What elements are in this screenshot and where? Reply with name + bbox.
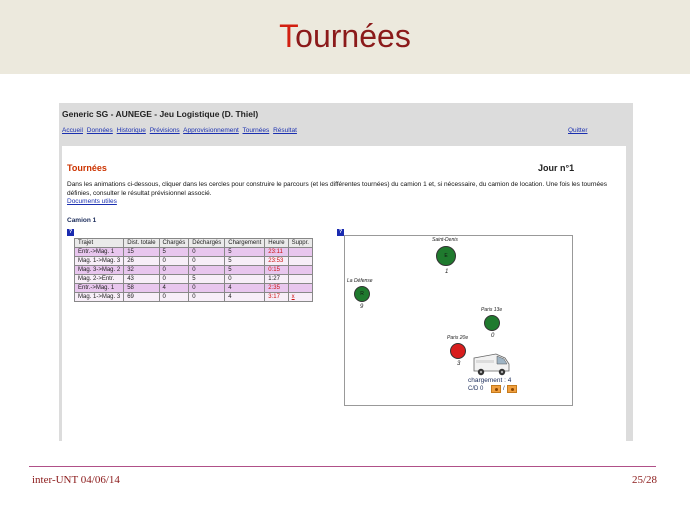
quit-link[interactable]: Quitter bbox=[568, 127, 588, 134]
truck-title: Camion 1 bbox=[67, 217, 97, 224]
cd-unload-button[interactable] bbox=[507, 385, 517, 393]
load-label: chargement : 4 bbox=[468, 377, 512, 384]
header-charges: Chargés bbox=[158, 238, 190, 248]
cd-separator: / bbox=[503, 386, 505, 392]
cd-label: C/D 0 bbox=[468, 386, 484, 392]
menu-historique[interactable]: Historique bbox=[117, 127, 146, 134]
node-paris-13e[interactable] bbox=[484, 315, 500, 331]
header-chargement: Chargement bbox=[224, 238, 266, 248]
table-row: Mag. 3->Mag. 2 32 0 0 5 0:15 bbox=[73, 265, 313, 275]
app-window: Generic SG - AUNEGE - Jeu Logistique (D.… bbox=[59, 103, 633, 441]
node-count-saint-denis: 1 bbox=[445, 269, 449, 275]
table-row: Mag. 2->Entr. 43 0 5 0 1:27 bbox=[73, 274, 313, 284]
menu-tournees[interactable]: Tournées bbox=[243, 127, 270, 134]
content-panel: Tournées Jour n°1 Dans les animations ci… bbox=[62, 146, 626, 441]
node-count-la-defense: 9 bbox=[360, 304, 364, 310]
footer-left: inter-UNT 04/06/14 bbox=[32, 474, 120, 486]
menu-accueil[interactable]: Accueil bbox=[62, 127, 83, 134]
table-row: Mag. 1->Mag. 3 26 0 0 5 23:53 bbox=[73, 256, 313, 266]
table-row: Entr.->Mag. 1 58 4 0 4 2:35 bbox=[73, 283, 313, 293]
trips-table: Trajet Dist. totale Chargés Déchargés Ch… bbox=[73, 238, 313, 302]
node-label-saint-denis: Saint-Denis bbox=[432, 237, 458, 243]
route-map: Saint-Denis E 1 La Défense R 9 Paris 13e… bbox=[344, 235, 573, 406]
page-number: 25/28 bbox=[631, 474, 657, 486]
header-distance: Dist. totale bbox=[123, 238, 160, 248]
header-heure: Heure bbox=[264, 238, 289, 248]
node-count-paris-20e: 3 bbox=[457, 361, 461, 367]
node-count-paris-13e: 0 bbox=[491, 333, 495, 339]
header-decharges: Déchargés bbox=[188, 238, 226, 248]
node-paris-20e[interactable] bbox=[450, 343, 466, 359]
slide-header: Tournées bbox=[0, 0, 690, 74]
table-row: Mag. 1->Mag. 3 69 0 0 4 3:17 x bbox=[73, 292, 313, 302]
documents-link[interactable]: Documents utiles bbox=[67, 198, 117, 205]
map-help-icon[interactable]: ? bbox=[337, 229, 344, 236]
header-suppr: Suppr. bbox=[287, 238, 313, 248]
table-help-icon[interactable]: ? bbox=[67, 229, 74, 236]
slide-title: Tournées bbox=[279, 18, 411, 54]
menu-previsions[interactable]: Prévisions bbox=[150, 127, 180, 134]
node-label-paris-13e: Paris 13e bbox=[481, 307, 503, 313]
menu-donnees[interactable]: Données bbox=[87, 127, 113, 134]
instructions-text: Dans les animations ci-dessous, cliquer … bbox=[67, 181, 608, 197]
delivery-van-icon bbox=[473, 353, 510, 376]
node-label-la-defense: La Défense bbox=[347, 278, 373, 284]
section-title: Tournées bbox=[67, 163, 107, 173]
app-title: Generic SG - AUNEGE - Jeu Logistique (D.… bbox=[62, 109, 259, 119]
menu-approvisionnement[interactable]: Approvisionnement bbox=[183, 127, 239, 134]
main-menu: Accueil Données Historique Prévisions Ap… bbox=[62, 127, 299, 134]
node-saint-denis[interactable]: E bbox=[436, 246, 456, 266]
day-indicator: Jour n°1 bbox=[538, 163, 575, 173]
table-row: Entr.->Mag. 1 15 5 0 5 23:11 bbox=[73, 247, 313, 257]
delete-trip-link[interactable]: x bbox=[292, 294, 295, 300]
footer-divider bbox=[29, 466, 656, 467]
node-label-paris-20e: Paris 20e bbox=[447, 335, 469, 341]
node-la-defense[interactable]: R bbox=[354, 286, 370, 302]
cd-load-button[interactable] bbox=[491, 385, 501, 393]
header-trajet: Trajet bbox=[73, 238, 125, 248]
menu-resultat[interactable]: Résultat bbox=[273, 127, 297, 134]
